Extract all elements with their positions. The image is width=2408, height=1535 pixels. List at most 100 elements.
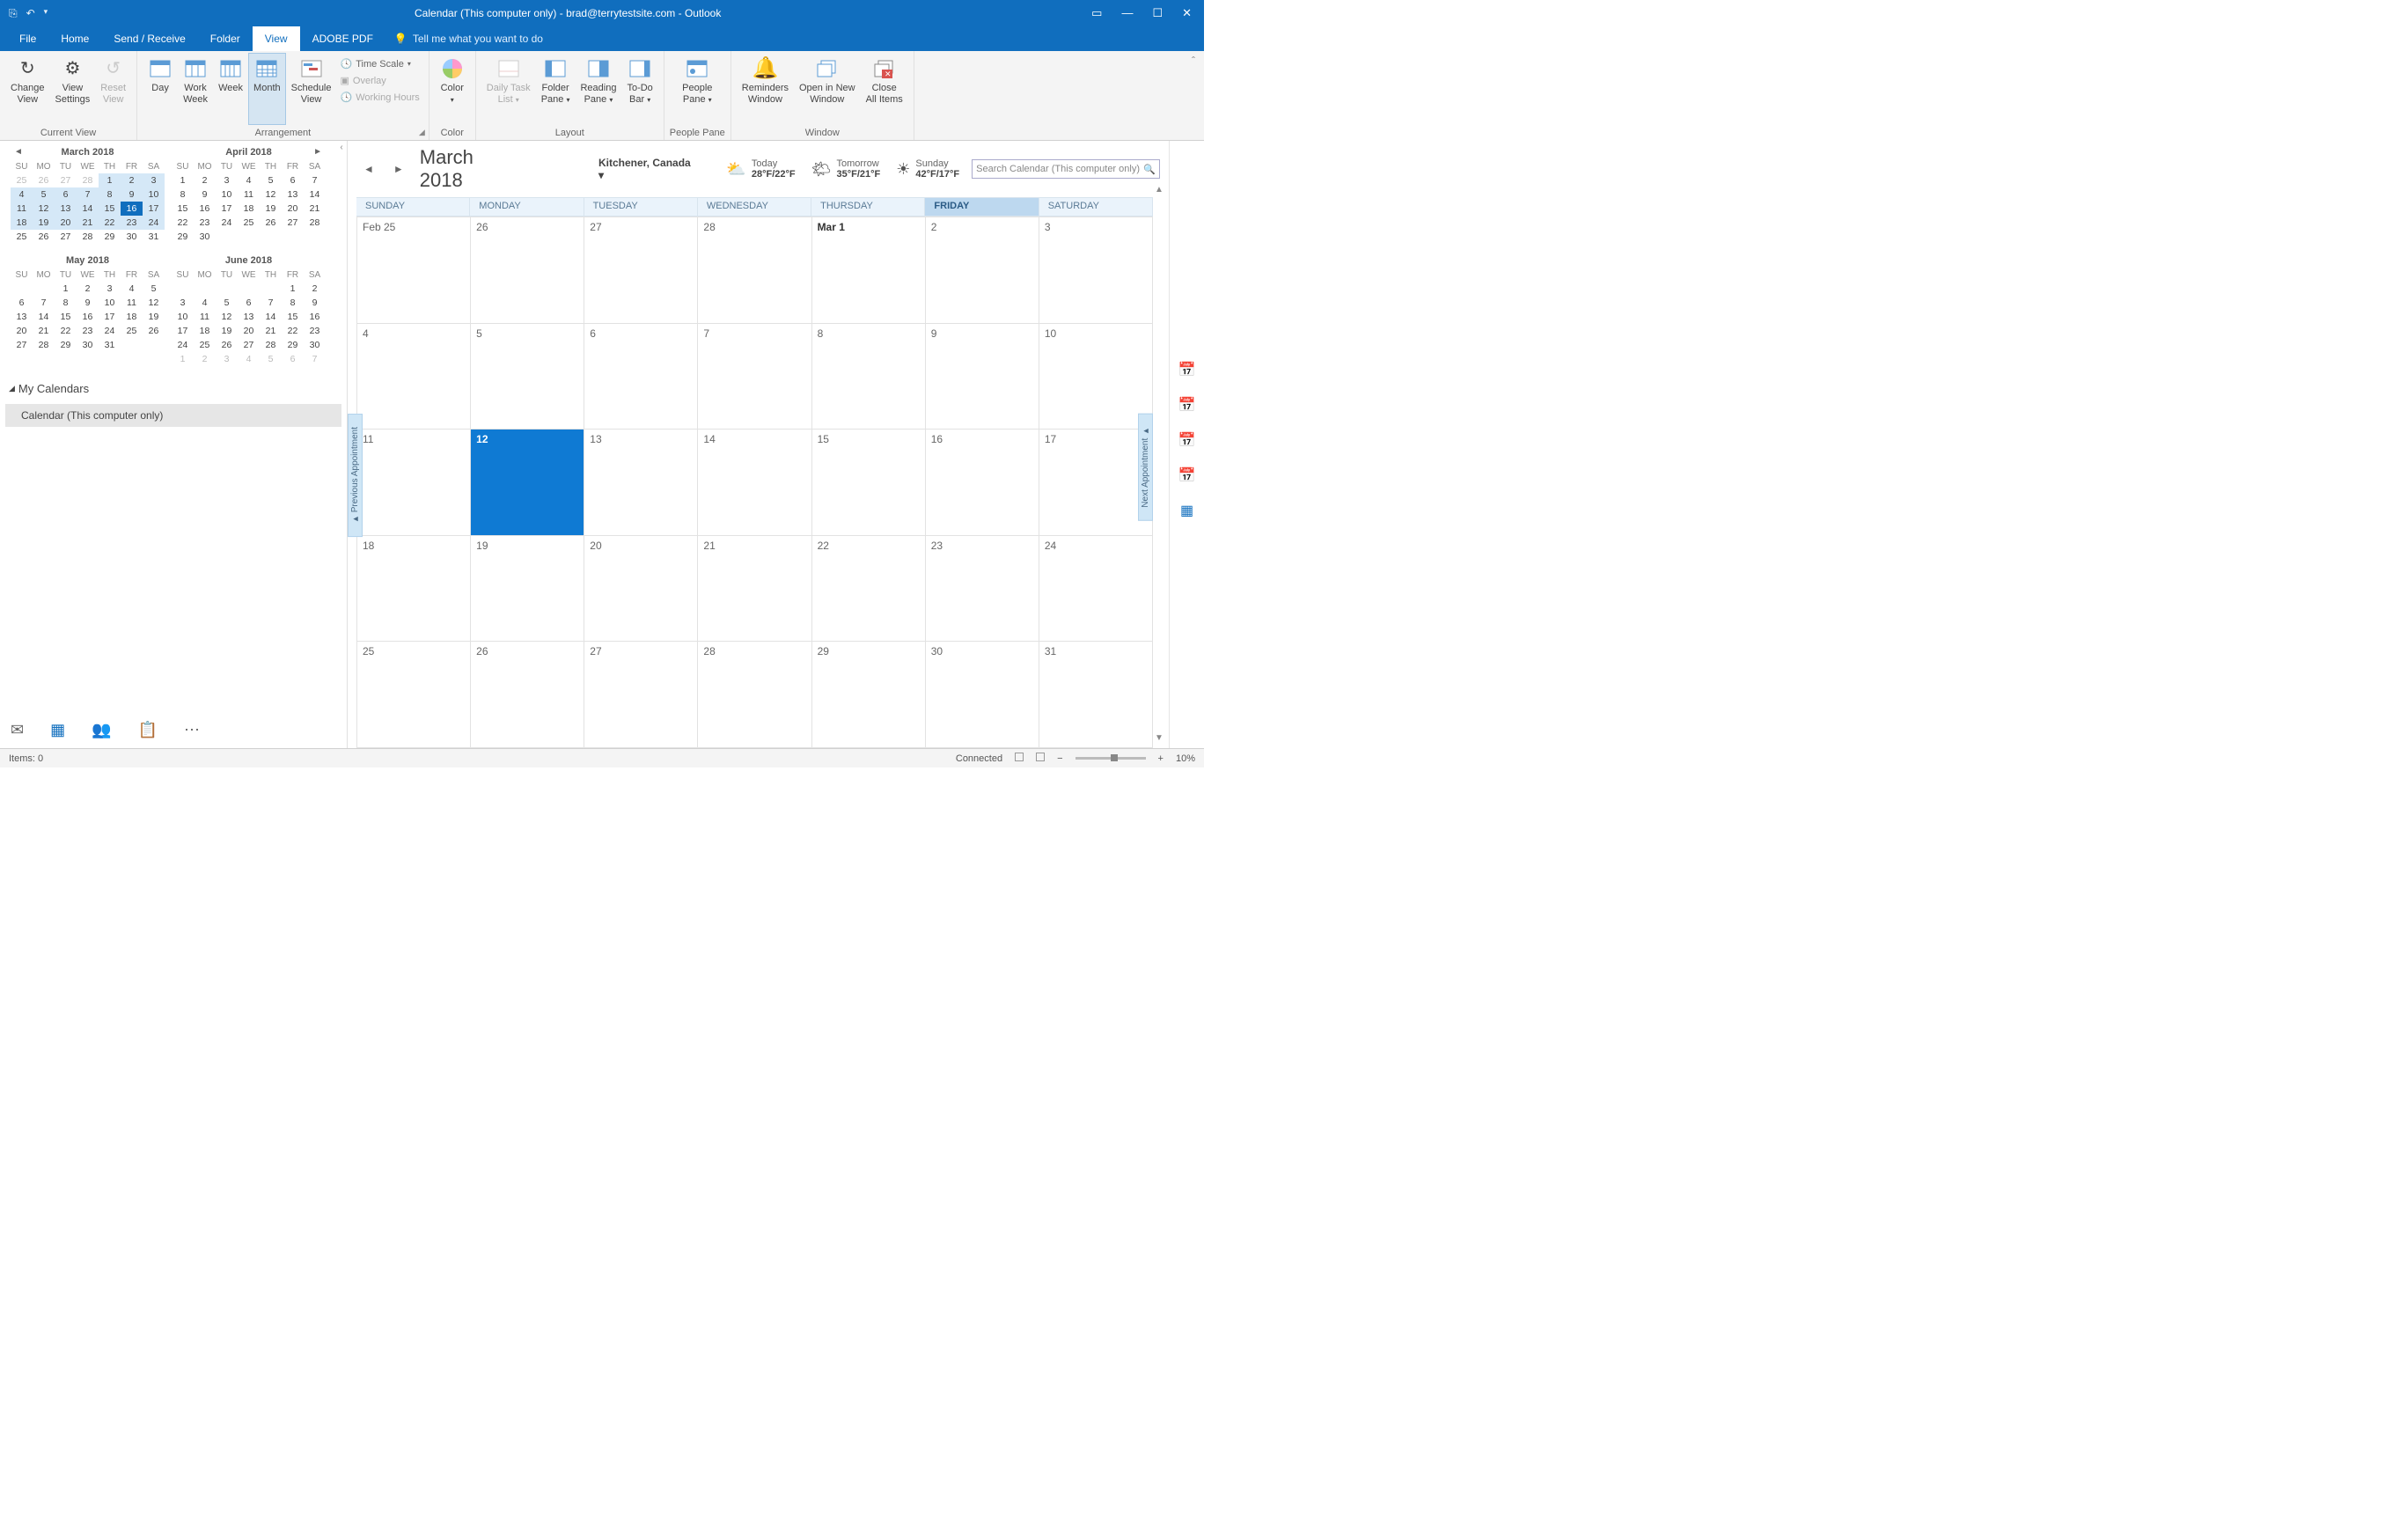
maximize-icon[interactable]: ☐ bbox=[1152, 6, 1163, 20]
tab-home[interactable]: Home bbox=[48, 26, 101, 51]
change-view-button[interactable]: ↻Change View bbox=[5, 53, 50, 125]
calendar-cell[interactable]: 16 bbox=[926, 429, 1039, 535]
calendar-cell[interactable]: 19 bbox=[471, 535, 584, 642]
calendar-icon[interactable]: ▦ bbox=[50, 721, 65, 739]
view-normal-icon[interactable] bbox=[1015, 753, 1024, 764]
zoom-in-icon[interactable]: + bbox=[1158, 753, 1164, 764]
calendar-cell[interactable]: 24 bbox=[1039, 535, 1153, 642]
mini-calendar[interactable]: ►April 2018SUMOTUWETHFRSA123456789101112… bbox=[168, 143, 329, 251]
search-icon[interactable]: 🔍 bbox=[1143, 164, 1156, 175]
weather-card[interactable]: ⛅Today28°F/22°F bbox=[726, 158, 795, 180]
work-week-button[interactable]: Work Week bbox=[178, 53, 213, 125]
calendar-cell[interactable]: 20 bbox=[584, 535, 698, 642]
calendar-cell[interactable]: 28 bbox=[698, 217, 811, 323]
close-all-items-button[interactable]: ✕Close All Items bbox=[861, 53, 908, 125]
peek-day-icon[interactable]: 📅 bbox=[1178, 431, 1196, 449]
mail-icon[interactable]: ✉ bbox=[11, 721, 24, 739]
collapse-nav-icon[interactable]: ‹ bbox=[336, 141, 347, 375]
calendar-cell[interactable]: 13 bbox=[584, 429, 698, 535]
more-icon[interactable]: ⋯ bbox=[184, 721, 200, 739]
weather-card[interactable]: ☀Sunday42°F/17°F bbox=[896, 158, 959, 180]
next-month-button[interactable]: ► bbox=[390, 163, 407, 175]
undo-icon[interactable]: ↶ bbox=[26, 7, 35, 20]
calendar-cell[interactable]: 17 bbox=[1039, 429, 1153, 535]
collapse-ribbon-icon[interactable]: ˆ bbox=[1192, 51, 1204, 140]
month-button[interactable]: Month bbox=[248, 53, 286, 125]
calendar-cell[interactable]: 26 bbox=[471, 641, 584, 747]
calendar-cell[interactable]: 3 bbox=[1039, 217, 1153, 323]
calendar-cell[interactable]: 4 bbox=[357, 323, 471, 430]
mini-prev-icon[interactable]: ◄ bbox=[14, 147, 23, 157]
tab-file[interactable]: File bbox=[7, 26, 48, 51]
mini-calendar[interactable]: ◄March 2018SUMOTUWETHFRSA252627281234567… bbox=[7, 143, 168, 251]
scroll-down-icon[interactable]: ▼ bbox=[1155, 733, 1167, 743]
tab-folder[interactable]: Folder bbox=[198, 26, 253, 51]
schedule-view-button[interactable]: Schedule View bbox=[286, 53, 337, 125]
tab-adobe-pdf[interactable]: ADOBE PDF bbox=[300, 26, 385, 51]
calendar-cell[interactable]: 5 bbox=[471, 323, 584, 430]
todo-bar-button[interactable]: To-Do Bar ▾ bbox=[621, 53, 657, 125]
reminders-window-button[interactable]: 🔔Reminders Window bbox=[737, 53, 794, 125]
calendar-cell[interactable]: 15 bbox=[812, 429, 926, 535]
weather-card[interactable]: 🌤Tomorrow35°F/21°F bbox=[811, 158, 881, 180]
quick-save-icon[interactable]: ⎘ bbox=[9, 7, 18, 20]
calendar-cell[interactable]: 7 bbox=[698, 323, 811, 430]
day-button[interactable]: Day bbox=[143, 53, 178, 125]
calendar-cell[interactable]: 2 bbox=[926, 217, 1039, 323]
view-settings-button[interactable]: ⚙View Settings bbox=[50, 53, 96, 125]
scroll-up-icon[interactable]: ▲ bbox=[1155, 185, 1167, 195]
calendar-cell[interactable]: 28 bbox=[698, 641, 811, 747]
calendar-cell[interactable]: 30 bbox=[926, 641, 1039, 747]
mini-next-icon[interactable]: ► bbox=[313, 147, 322, 157]
zoom-out-icon[interactable]: − bbox=[1057, 753, 1062, 764]
close-icon[interactable]: ✕ bbox=[1182, 6, 1192, 20]
peek-month-icon[interactable]: ▦ bbox=[1180, 502, 1193, 519]
time-scale-button[interactable]: 🕓Time Scale ▾ bbox=[337, 56, 423, 71]
tab-send-receive[interactable]: Send / Receive bbox=[101, 26, 197, 51]
calendar-cell[interactable]: 27 bbox=[584, 641, 698, 747]
calendar-cell[interactable]: 11 bbox=[357, 429, 471, 535]
calendar-cell[interactable]: 23 bbox=[926, 535, 1039, 642]
calendar-cell[interactable]: 10 bbox=[1039, 323, 1153, 430]
week-button[interactable]: Week bbox=[213, 53, 248, 125]
calendar-cell[interactable]: 21 bbox=[698, 535, 811, 642]
minimize-icon[interactable]: ― bbox=[1121, 6, 1133, 20]
previous-appointment-tab[interactable]: ► Previous Appointment bbox=[348, 414, 363, 537]
mini-calendar[interactable]: June 2018SUMOTUWETHFRSA12345678910111213… bbox=[168, 251, 329, 373]
peek-tasks-icon[interactable]: 📅 bbox=[1178, 466, 1196, 484]
reset-view-button[interactable]: ↺Reset View bbox=[95, 53, 131, 125]
calendar-cell[interactable]: Mar 1 bbox=[812, 217, 926, 323]
tell-me[interactable]: 💡 Tell me what you want to do bbox=[385, 26, 543, 51]
calendar-cell[interactable]: 18 bbox=[357, 535, 471, 642]
zoom-slider[interactable] bbox=[1076, 757, 1146, 760]
calendar-cell[interactable]: 27 bbox=[584, 217, 698, 323]
color-button[interactable]: Color▾ bbox=[435, 53, 470, 125]
reading-pane-button[interactable]: Reading Pane ▾ bbox=[575, 53, 621, 125]
calendar-cell[interactable]: 9 bbox=[926, 323, 1039, 430]
daily-task-list-button[interactable]: Daily Task List ▾ bbox=[481, 53, 536, 125]
calendar-cell[interactable]: 22 bbox=[812, 535, 926, 642]
month-grid[interactable]: Feb 25262728Mar 123456789101112131415161… bbox=[356, 217, 1153, 748]
peek-people-icon[interactable]: 📅 bbox=[1178, 361, 1196, 378]
calendar-cell[interactable]: 26 bbox=[471, 217, 584, 323]
prev-month-button[interactable]: ◄ bbox=[360, 163, 378, 175]
qat-dropdown-icon[interactable]: ▾ bbox=[44, 7, 48, 20]
view-reading-icon[interactable] bbox=[1036, 753, 1045, 764]
calendar-cell[interactable]: 6 bbox=[584, 323, 698, 430]
calendar-cell[interactable]: 14 bbox=[698, 429, 811, 535]
calendar-list-item[interactable]: Calendar (This computer only) bbox=[5, 404, 341, 427]
weather-location[interactable]: Kitchener, Canada ▾ bbox=[598, 157, 698, 181]
calendar-cell[interactable]: 25 bbox=[357, 641, 471, 747]
mini-calendar[interactable]: May 2018SUMOTUWETHFRSA123456789101112131… bbox=[7, 251, 168, 373]
search-input[interactable]: Search Calendar (This computer only) 🔍 bbox=[972, 159, 1160, 179]
next-appointment-tab[interactable]: Next Appointment ► bbox=[1138, 414, 1153, 521]
calendar-cell[interactable]: 8 bbox=[812, 323, 926, 430]
open-in-new-window-button[interactable]: Open in New Window bbox=[794, 53, 861, 125]
dialog-launcher-icon[interactable]: ◢ bbox=[419, 128, 425, 137]
calendar-cell[interactable]: 29 bbox=[812, 641, 926, 747]
folder-pane-button[interactable]: Folder Pane ▾ bbox=[536, 53, 576, 125]
calendar-cell[interactable]: 12 bbox=[471, 429, 584, 535]
tasks-icon[interactable]: 📋 bbox=[138, 721, 158, 739]
calendar-cell[interactable]: 31 bbox=[1039, 641, 1153, 747]
peek-calendar-icon[interactable]: 📅 bbox=[1178, 396, 1196, 414]
